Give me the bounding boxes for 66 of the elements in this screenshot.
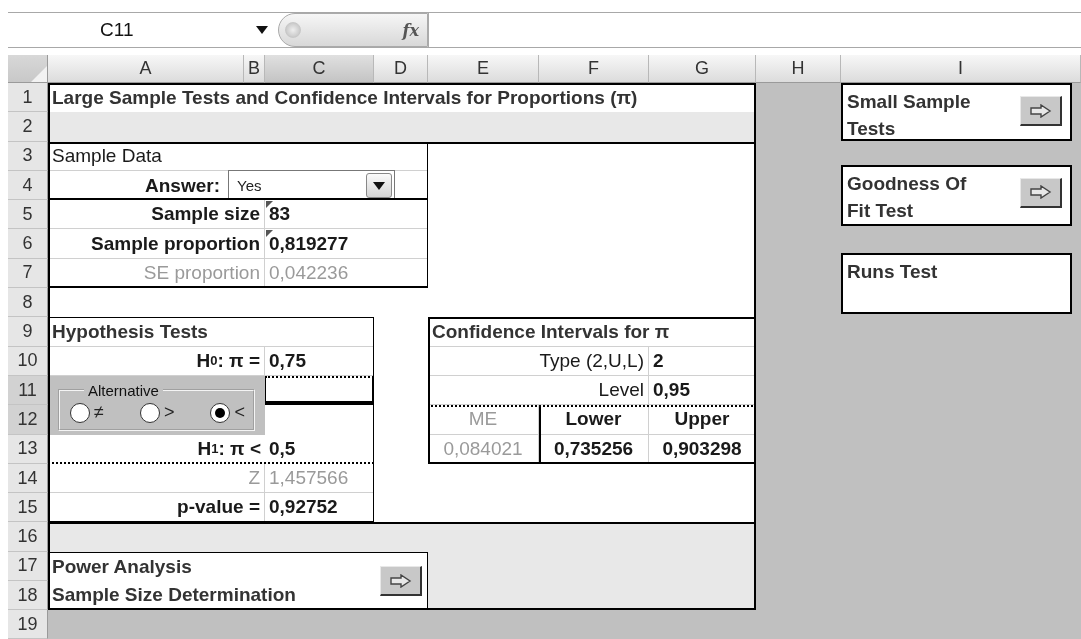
row-header[interactable]: 16 [8, 522, 48, 552]
row-header[interactable]: 12 [8, 405, 48, 435]
arrow-icon [389, 573, 412, 588]
nav-label: Power Analysis [52, 555, 193, 580]
nav-label: Small Sample Tests [847, 90, 972, 141]
column-header[interactable]: A [48, 55, 244, 83]
row-header[interactable]: 15 [8, 493, 48, 523]
cell-value: 0,819277 [265, 229, 428, 259]
selected-cell[interactable] [265, 375, 374, 406]
radio-button[interactable] [210, 402, 231, 423]
cell-value: 83 [265, 200, 428, 230]
column-label: Lower [539, 405, 649, 435]
row-header[interactable]: 10 [8, 346, 48, 376]
function-button[interactable]: fx [402, 20, 419, 40]
circle-icon [285, 22, 301, 38]
radio-button[interactable] [70, 402, 90, 423]
field-label: Sample proportion [48, 229, 265, 259]
group-label: Alternative [87, 381, 160, 399]
corner-marker-icon [266, 201, 273, 209]
field-label: Type (2,U,L) [428, 346, 649, 376]
triangle-icon [31, 66, 47, 82]
field-label: Level [428, 375, 649, 406]
arrow-button[interactable] [380, 566, 422, 597]
arrow-button[interactable] [1020, 96, 1062, 126]
radio-button[interactable] [139, 402, 160, 423]
column-header[interactable]: C [265, 55, 374, 83]
field-label: Sample size [48, 200, 265, 230]
nav-label: Sample Size Determination [52, 583, 296, 608]
row-header[interactable]: 18 [8, 581, 48, 611]
row-header[interactable]: 6 [8, 229, 48, 259]
column-header[interactable]: D [374, 55, 428, 83]
caret-icon[interactable] [256, 26, 268, 34]
row-header[interactable]: 8 [8, 288, 48, 318]
row-header[interactable]: 11 [8, 375, 48, 406]
row-header[interactable]: 9 [8, 317, 48, 347]
row-header[interactable]: 19 [8, 610, 48, 639]
option-label: < [234, 402, 245, 424]
field-label: Answer: [144, 174, 220, 197]
row-header[interactable]: 5 [8, 200, 48, 230]
row-header[interactable]: 1 [8, 83, 48, 113]
arrow-button[interactable] [1020, 177, 1062, 208]
column-label: ME [428, 405, 539, 435]
row-header[interactable]: 3 [8, 141, 48, 171]
name-box[interactable]: C11 [100, 19, 134, 41]
column-header[interactable]: E [428, 55, 539, 83]
row-header[interactable]: 17 [8, 551, 48, 582]
column-header[interactable]: H [756, 55, 841, 83]
nav-label: Goodness Of Fit Test [847, 171, 968, 223]
row-header[interactable]: 2 [8, 112, 48, 142]
column-header[interactable]: B [244, 55, 265, 83]
dropdown-button[interactable] [366, 173, 392, 199]
row-header[interactable]: 13 [8, 434, 48, 464]
nav-label: Runs Test [847, 259, 939, 284]
field-label: Z [48, 463, 265, 494]
column-header[interactable]: G [649, 55, 756, 83]
option-label: > [163, 402, 175, 424]
row-header[interactable]: 7 [8, 258, 48, 289]
caret-icon [373, 181, 385, 190]
arrow-icon [1029, 185, 1052, 200]
corner-marker-icon [266, 230, 273, 238]
arrow-icon [1029, 103, 1052, 118]
option-label: ≠ [94, 402, 104, 424]
column-header[interactable]: I [841, 55, 1081, 83]
column-header[interactable]: F [539, 55, 649, 83]
row-header[interactable]: 4 [8, 170, 48, 201]
row-header[interactable]: 14 [8, 463, 48, 494]
